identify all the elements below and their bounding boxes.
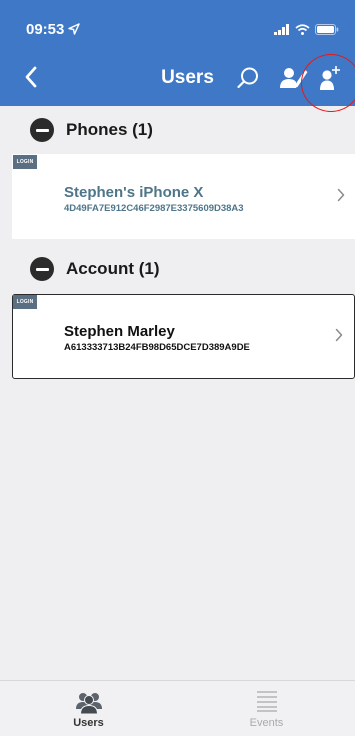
collapse-icon[interactable] <box>30 118 54 142</box>
search-button[interactable] <box>231 61 265 95</box>
location-arrow-icon <box>68 22 80 40</box>
chevron-right-icon <box>335 328 343 342</box>
tab-events[interactable]: Events <box>178 681 355 736</box>
list-item-phone[interactable]: LOGIN Stephen's iPhone X 4D49FA7E912C46F… <box>12 154 355 239</box>
status-icons <box>274 22 339 40</box>
users-icon <box>75 693 102 714</box>
section-header-account[interactable]: Account (1) <box>0 248 355 290</box>
highlight-circle <box>301 54 355 112</box>
item-id: A613333713B24FB98D65DCE7D389A9DE <box>64 342 250 353</box>
section-title: Account (1) <box>66 259 160 278</box>
login-badge: LOGIN <box>13 155 37 169</box>
list-item-account[interactable]: LOGIN Stephen Marley A613333713B24FB98D6… <box>12 294 355 379</box>
chevron-right-icon <box>337 188 345 202</box>
section-title: Phones (1) <box>66 120 153 139</box>
tab-label: Users <box>73 717 104 729</box>
section-header-phones[interactable]: Phones (1) <box>0 109 355 151</box>
wifi-icon <box>295 22 310 40</box>
tab-users[interactable]: Users <box>0 681 177 736</box>
tab-label: Events <box>249 717 284 729</box>
list-icon <box>256 691 277 712</box>
login-badge: LOGIN <box>13 295 37 309</box>
tab-bar: Users Events <box>0 680 355 736</box>
item-name: Stephen Marley <box>64 323 175 340</box>
signal-icon <box>274 22 290 40</box>
collapse-icon[interactable] <box>30 257 54 281</box>
item-id: 4D49FA7E912C46F2987E3375609D38A3 <box>64 203 244 214</box>
search-icon <box>237 67 258 89</box>
battery-icon <box>315 22 339 40</box>
status-bar: 09:53 <box>0 0 355 48</box>
item-name: Stephen's iPhone X <box>64 184 204 201</box>
status-time: 09:53 <box>26 21 65 38</box>
